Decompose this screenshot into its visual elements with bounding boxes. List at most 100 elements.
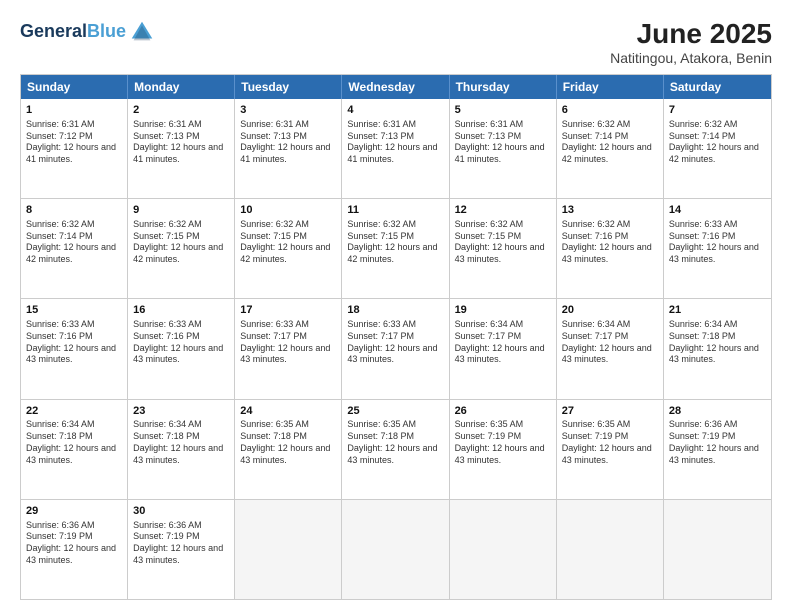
calendar-row: 22Sunrise: 6:34 AMSunset: 7:18 PMDayligh… (21, 399, 771, 499)
day-info: Sunrise: 6:35 AMSunset: 7:19 PMDaylight:… (562, 419, 658, 466)
day-number: 3 (240, 103, 336, 118)
day-info: Sunrise: 6:34 AMSunset: 7:18 PMDaylight:… (26, 419, 122, 466)
day-info: Sunrise: 6:33 AMSunset: 7:16 PMDaylight:… (133, 319, 229, 366)
calendar-cell: 20Sunrise: 6:34 AMSunset: 7:17 PMDayligh… (557, 299, 664, 398)
day-number: 25 (347, 404, 443, 419)
day-info: Sunrise: 6:36 AMSunset: 7:19 PMDaylight:… (26, 520, 122, 567)
main-title: June 2025 (610, 18, 772, 50)
day-info: Sunrise: 6:32 AMSunset: 7:15 PMDaylight:… (347, 219, 443, 266)
calendar-body: 1Sunrise: 6:31 AMSunset: 7:12 PMDaylight… (21, 99, 771, 599)
calendar-cell: 12Sunrise: 6:32 AMSunset: 7:15 PMDayligh… (450, 199, 557, 298)
weekday-header: Sunday (21, 75, 128, 99)
calendar-row: 29Sunrise: 6:36 AMSunset: 7:19 PMDayligh… (21, 499, 771, 599)
day-number: 16 (133, 303, 229, 318)
calendar-cell: 13Sunrise: 6:32 AMSunset: 7:16 PMDayligh… (557, 199, 664, 298)
day-info: Sunrise: 6:31 AMSunset: 7:13 PMDaylight:… (133, 119, 229, 166)
day-number: 21 (669, 303, 766, 318)
day-number: 24 (240, 404, 336, 419)
day-number: 19 (455, 303, 551, 318)
day-number: 7 (669, 103, 766, 118)
calendar-cell (342, 500, 449, 599)
weekday-header: Friday (557, 75, 664, 99)
day-number: 30 (133, 504, 229, 519)
day-number: 12 (455, 203, 551, 218)
day-info: Sunrise: 6:32 AMSunset: 7:15 PMDaylight:… (240, 219, 336, 266)
day-number: 2 (133, 103, 229, 118)
calendar: SundayMondayTuesdayWednesdayThursdayFrid… (20, 74, 772, 600)
calendar-cell: 1Sunrise: 6:31 AMSunset: 7:12 PMDaylight… (21, 99, 128, 198)
day-info: Sunrise: 6:31 AMSunset: 7:13 PMDaylight:… (240, 119, 336, 166)
calendar-row: 1Sunrise: 6:31 AMSunset: 7:12 PMDaylight… (21, 99, 771, 198)
day-info: Sunrise: 6:31 AMSunset: 7:12 PMDaylight:… (26, 119, 122, 166)
calendar-cell: 29Sunrise: 6:36 AMSunset: 7:19 PMDayligh… (21, 500, 128, 599)
calendar-cell: 19Sunrise: 6:34 AMSunset: 7:17 PMDayligh… (450, 299, 557, 398)
calendar-cell (664, 500, 771, 599)
calendar-cell: 7Sunrise: 6:32 AMSunset: 7:14 PMDaylight… (664, 99, 771, 198)
day-info: Sunrise: 6:34 AMSunset: 7:17 PMDaylight:… (455, 319, 551, 366)
calendar-cell: 5Sunrise: 6:31 AMSunset: 7:13 PMDaylight… (450, 99, 557, 198)
day-number: 15 (26, 303, 122, 318)
calendar-cell: 28Sunrise: 6:36 AMSunset: 7:19 PMDayligh… (664, 400, 771, 499)
calendar-cell: 26Sunrise: 6:35 AMSunset: 7:19 PMDayligh… (450, 400, 557, 499)
calendar-cell: 22Sunrise: 6:34 AMSunset: 7:18 PMDayligh… (21, 400, 128, 499)
day-number: 8 (26, 203, 122, 218)
day-number: 13 (562, 203, 658, 218)
day-number: 9 (133, 203, 229, 218)
calendar-cell: 4Sunrise: 6:31 AMSunset: 7:13 PMDaylight… (342, 99, 449, 198)
day-info: Sunrise: 6:35 AMSunset: 7:19 PMDaylight:… (455, 419, 551, 466)
day-number: 1 (26, 103, 122, 118)
day-info: Sunrise: 6:34 AMSunset: 7:18 PMDaylight:… (133, 419, 229, 466)
calendar-cell: 10Sunrise: 6:32 AMSunset: 7:15 PMDayligh… (235, 199, 342, 298)
weekday-header: Wednesday (342, 75, 449, 99)
calendar-cell: 23Sunrise: 6:34 AMSunset: 7:18 PMDayligh… (128, 400, 235, 499)
day-info: Sunrise: 6:32 AMSunset: 7:16 PMDaylight:… (562, 219, 658, 266)
calendar-cell: 9Sunrise: 6:32 AMSunset: 7:15 PMDaylight… (128, 199, 235, 298)
day-number: 11 (347, 203, 443, 218)
day-number: 27 (562, 404, 658, 419)
calendar-cell: 17Sunrise: 6:33 AMSunset: 7:17 PMDayligh… (235, 299, 342, 398)
calendar-cell (450, 500, 557, 599)
day-number: 22 (26, 404, 122, 419)
calendar-cell: 30Sunrise: 6:36 AMSunset: 7:19 PMDayligh… (128, 500, 235, 599)
calendar-cell: 24Sunrise: 6:35 AMSunset: 7:18 PMDayligh… (235, 400, 342, 499)
calendar-cell (557, 500, 664, 599)
day-info: Sunrise: 6:32 AMSunset: 7:14 PMDaylight:… (669, 119, 766, 166)
header: GeneralBlue June 2025 Natitingou, Atakor… (20, 18, 772, 66)
day-number: 14 (669, 203, 766, 218)
day-info: Sunrise: 6:32 AMSunset: 7:14 PMDaylight:… (26, 219, 122, 266)
day-number: 5 (455, 103, 551, 118)
weekday-header: Monday (128, 75, 235, 99)
day-number: 17 (240, 303, 336, 318)
day-info: Sunrise: 6:32 AMSunset: 7:14 PMDaylight:… (562, 119, 658, 166)
calendar-cell: 14Sunrise: 6:33 AMSunset: 7:16 PMDayligh… (664, 199, 771, 298)
title-block: June 2025 Natitingou, Atakora, Benin (610, 18, 772, 66)
calendar-cell: 6Sunrise: 6:32 AMSunset: 7:14 PMDaylight… (557, 99, 664, 198)
page: GeneralBlue June 2025 Natitingou, Atakor… (0, 0, 792, 612)
calendar-cell: 11Sunrise: 6:32 AMSunset: 7:15 PMDayligh… (342, 199, 449, 298)
day-info: Sunrise: 6:34 AMSunset: 7:17 PMDaylight:… (562, 319, 658, 366)
day-number: 20 (562, 303, 658, 318)
day-info: Sunrise: 6:35 AMSunset: 7:18 PMDaylight:… (347, 419, 443, 466)
day-info: Sunrise: 6:33 AMSunset: 7:16 PMDaylight:… (669, 219, 766, 266)
day-info: Sunrise: 6:36 AMSunset: 7:19 PMDaylight:… (669, 419, 766, 466)
day-info: Sunrise: 6:32 AMSunset: 7:15 PMDaylight:… (455, 219, 551, 266)
day-info: Sunrise: 6:33 AMSunset: 7:16 PMDaylight:… (26, 319, 122, 366)
day-number: 18 (347, 303, 443, 318)
calendar-cell (235, 500, 342, 599)
calendar-cell: 8Sunrise: 6:32 AMSunset: 7:14 PMDaylight… (21, 199, 128, 298)
calendar-cell: 18Sunrise: 6:33 AMSunset: 7:17 PMDayligh… (342, 299, 449, 398)
day-info: Sunrise: 6:35 AMSunset: 7:18 PMDaylight:… (240, 419, 336, 466)
day-number: 10 (240, 203, 336, 218)
day-info: Sunrise: 6:31 AMSunset: 7:13 PMDaylight:… (455, 119, 551, 166)
day-number: 4 (347, 103, 443, 118)
day-number: 28 (669, 404, 766, 419)
calendar-cell: 25Sunrise: 6:35 AMSunset: 7:18 PMDayligh… (342, 400, 449, 499)
logo-text: GeneralBlue (20, 22, 126, 42)
calendar-row: 15Sunrise: 6:33 AMSunset: 7:16 PMDayligh… (21, 298, 771, 398)
day-number: 6 (562, 103, 658, 118)
calendar-row: 8Sunrise: 6:32 AMSunset: 7:14 PMDaylight… (21, 198, 771, 298)
calendar-cell: 2Sunrise: 6:31 AMSunset: 7:13 PMDaylight… (128, 99, 235, 198)
logo-icon (128, 18, 156, 46)
subtitle: Natitingou, Atakora, Benin (610, 50, 772, 66)
day-info: Sunrise: 6:31 AMSunset: 7:13 PMDaylight:… (347, 119, 443, 166)
